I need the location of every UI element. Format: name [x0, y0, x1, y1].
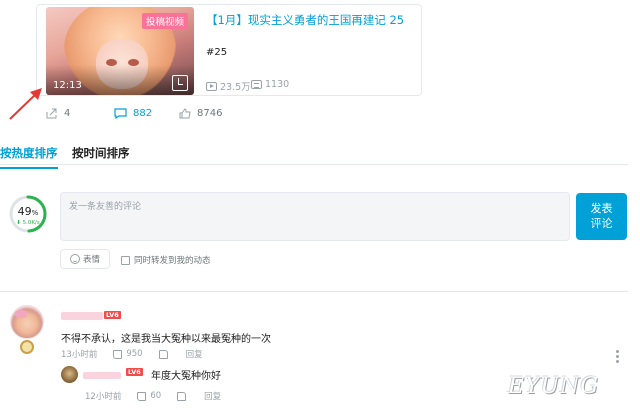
repost-option[interactable]: 同时转发到我的动态	[121, 254, 211, 266]
reply-avatar[interactable]	[61, 366, 78, 383]
composer-divider	[0, 291, 628, 292]
comment-action[interactable]: 882	[114, 108, 152, 119]
comment-count: 882	[133, 108, 153, 119]
play-icon	[206, 81, 217, 91]
progress-percent: 49%	[8, 205, 48, 218]
progress-percent-sign: %	[31, 209, 39, 217]
play-count: 23.5万	[206, 79, 251, 93]
reply-username-redacted[interactable]	[83, 372, 121, 379]
avatar-pendant-icon	[20, 340, 34, 354]
share-icon	[46, 108, 57, 119]
danmaku-icon	[251, 80, 262, 89]
like-count: 8746	[197, 108, 223, 119]
avatar-bow	[15, 310, 27, 318]
reply-text: 年度大冤种你好	[151, 371, 221, 382]
submit-comment-button[interactable]: 发表 评论	[576, 193, 627, 240]
avatar[interactable]	[10, 305, 44, 339]
submit-label-line2: 评论	[590, 217, 613, 230]
thumbs-down-icon[interactable]	[177, 391, 187, 401]
repost-label: 同时转发到我的动态	[134, 256, 211, 266]
emoji-button[interactable]: 表情	[60, 249, 110, 269]
video-duration: 12:13	[53, 80, 82, 91]
reply-time: 12小时前	[85, 392, 122, 402]
like-action[interactable]: 8746	[179, 108, 222, 119]
comment-text: 不得不承认，这是我当大冤种以来最冤种的一次	[61, 334, 271, 345]
reply-level-badge: LV6	[126, 368, 143, 376]
thumbs-down-icon[interactable]	[158, 349, 168, 359]
video-description: #25	[206, 47, 228, 58]
comment-time: 13小时前	[61, 350, 98, 360]
comment-bubble-icon	[114, 108, 127, 119]
video-thumbnail[interactable]: 投稿视频 12:13	[46, 7, 194, 95]
comment-reply-link[interactable]: 回复	[186, 348, 203, 360]
comment-input[interactable]: 发一条友善的评论	[60, 192, 570, 241]
reply-reply-link[interactable]: 回复	[204, 390, 221, 402]
tab-sort-by-time[interactable]: 按时间排序	[72, 145, 130, 161]
thumbs-up-icon[interactable]	[137, 391, 147, 401]
share-count: 4	[64, 108, 71, 119]
thumbs-up-icon	[179, 108, 191, 119]
danmaku-count-value: 1130	[265, 79, 290, 90]
username-redacted[interactable]	[61, 312, 103, 320]
share-action[interactable]: 4	[46, 108, 70, 119]
menu-dot	[616, 350, 619, 353]
watch-later-icon[interactable]	[172, 75, 188, 91]
progress-percent-number: 49	[17, 205, 32, 218]
tabs-divider	[0, 164, 628, 165]
emoji-label: 表情	[82, 255, 100, 265]
download-speed: ⬇ 5.0K/s	[16, 220, 40, 226]
comment-like-count: 950	[126, 349, 143, 359]
menu-dot	[616, 360, 619, 363]
video-card[interactable]: 投稿视频 12:13 【1月】现实主义勇者的王国再建记 25 #25 23.5万…	[36, 4, 422, 96]
submit-label-line1: 发表	[590, 202, 613, 215]
level-badge: LV6	[104, 311, 121, 319]
video-title[interactable]: 【1月】现实主义勇者的王国再建记 25	[206, 12, 404, 28]
danmaku-count: 1130	[251, 79, 289, 90]
more-options-icon[interactable]	[616, 350, 620, 363]
play-count-value: 23.5万	[220, 82, 251, 93]
reply-meta: 12小时前 60 回复	[85, 390, 221, 402]
menu-dot	[616, 355, 619, 358]
annotation-arrow	[9, 88, 42, 120]
tab-sort-by-hot[interactable]: 按热度排序	[0, 145, 58, 169]
repost-checkbox[interactable]	[121, 255, 130, 265]
video-type-tag: 投稿视频	[141, 13, 188, 29]
reply-like-count: 60	[150, 391, 162, 401]
smile-icon	[69, 254, 80, 264]
thumbs-up-icon[interactable]	[113, 349, 123, 359]
watermark-logo: EYUNG	[508, 374, 599, 399]
comment-meta: 13小时前 950 回复	[61, 348, 203, 360]
